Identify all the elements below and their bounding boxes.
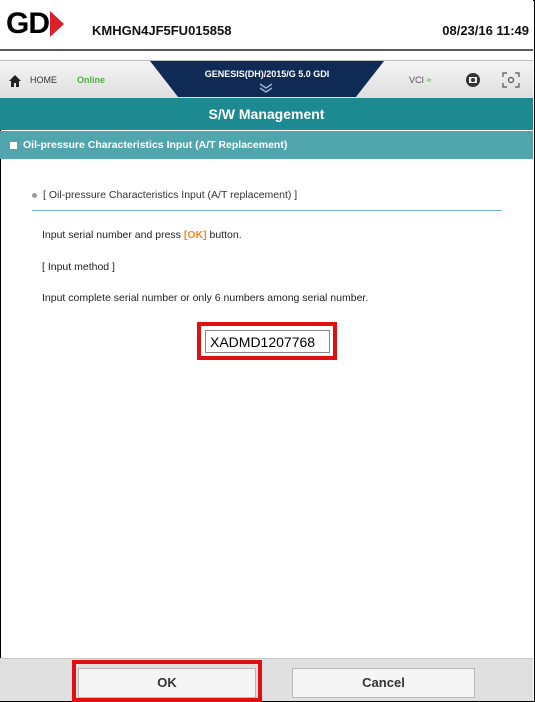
vehicle-vin: KMHGN4JF5FU015858 <box>92 23 232 38</box>
connection-status: Online <box>77 75 106 85</box>
instruction-ok-highlight: [OK] <box>183 229 207 241</box>
gds-logo: GD <box>6 9 64 39</box>
vci-signal-icon: ≈ <box>426 75 432 85</box>
instruction-text: Input serial number and press [OK] butto… <box>42 229 242 241</box>
content-heading: [ Oil-pressure Characteristics Input (A/… <box>32 189 297 201</box>
vci-status: VCI ≈ <box>409 75 431 85</box>
datetime: 08/23/16 11:49 <box>442 23 529 38</box>
home-link[interactable]: HOME <box>30 75 57 85</box>
screen-capture-icon[interactable] <box>502 72 520 88</box>
vehicle-info: GENESIS(DH)/2015/G 5.0 GDI <box>204 69 330 79</box>
input-method-label: [ Input method ] <box>42 261 115 273</box>
square-bullet-icon <box>10 141 17 149</box>
section-header: Oil-pressure Characteristics Input (A/T … <box>0 131 533 159</box>
divider <box>0 49 533 51</box>
heading-text: [ Oil-pressure Characteristics Input (A/… <box>43 189 298 201</box>
bullet-icon <box>32 192 37 198</box>
chevron-down-icon[interactable] <box>258 83 274 93</box>
serial-number-input[interactable] <box>205 330 330 353</box>
home-icon[interactable] <box>8 74 22 88</box>
cancel-button[interactable]: Cancel <box>292 668 475 698</box>
instruction-suffix: button. <box>206 229 242 241</box>
ok-highlight-box <box>72 660 262 702</box>
nav-bar: HOME Online GENESIS(DH)/2015/G 5.0 GDI V… <box>0 60 533 99</box>
input-method-text: Input complete serial number or only 6 n… <box>42 292 369 304</box>
top-bar: GD KMHGN4JF5FU015858 08/23/16 11:49 <box>0 0 533 60</box>
vci-label: VCI <box>409 75 425 85</box>
page-title: S/W Management <box>0 98 533 130</box>
instruction-prefix: Input serial number and press <box>42 229 184 241</box>
section-title: Oil-pressure Characteristics Input (A/T … <box>23 139 288 151</box>
vehicle-tool-icon[interactable] <box>463 71 483 89</box>
heading-divider <box>32 210 502 211</box>
